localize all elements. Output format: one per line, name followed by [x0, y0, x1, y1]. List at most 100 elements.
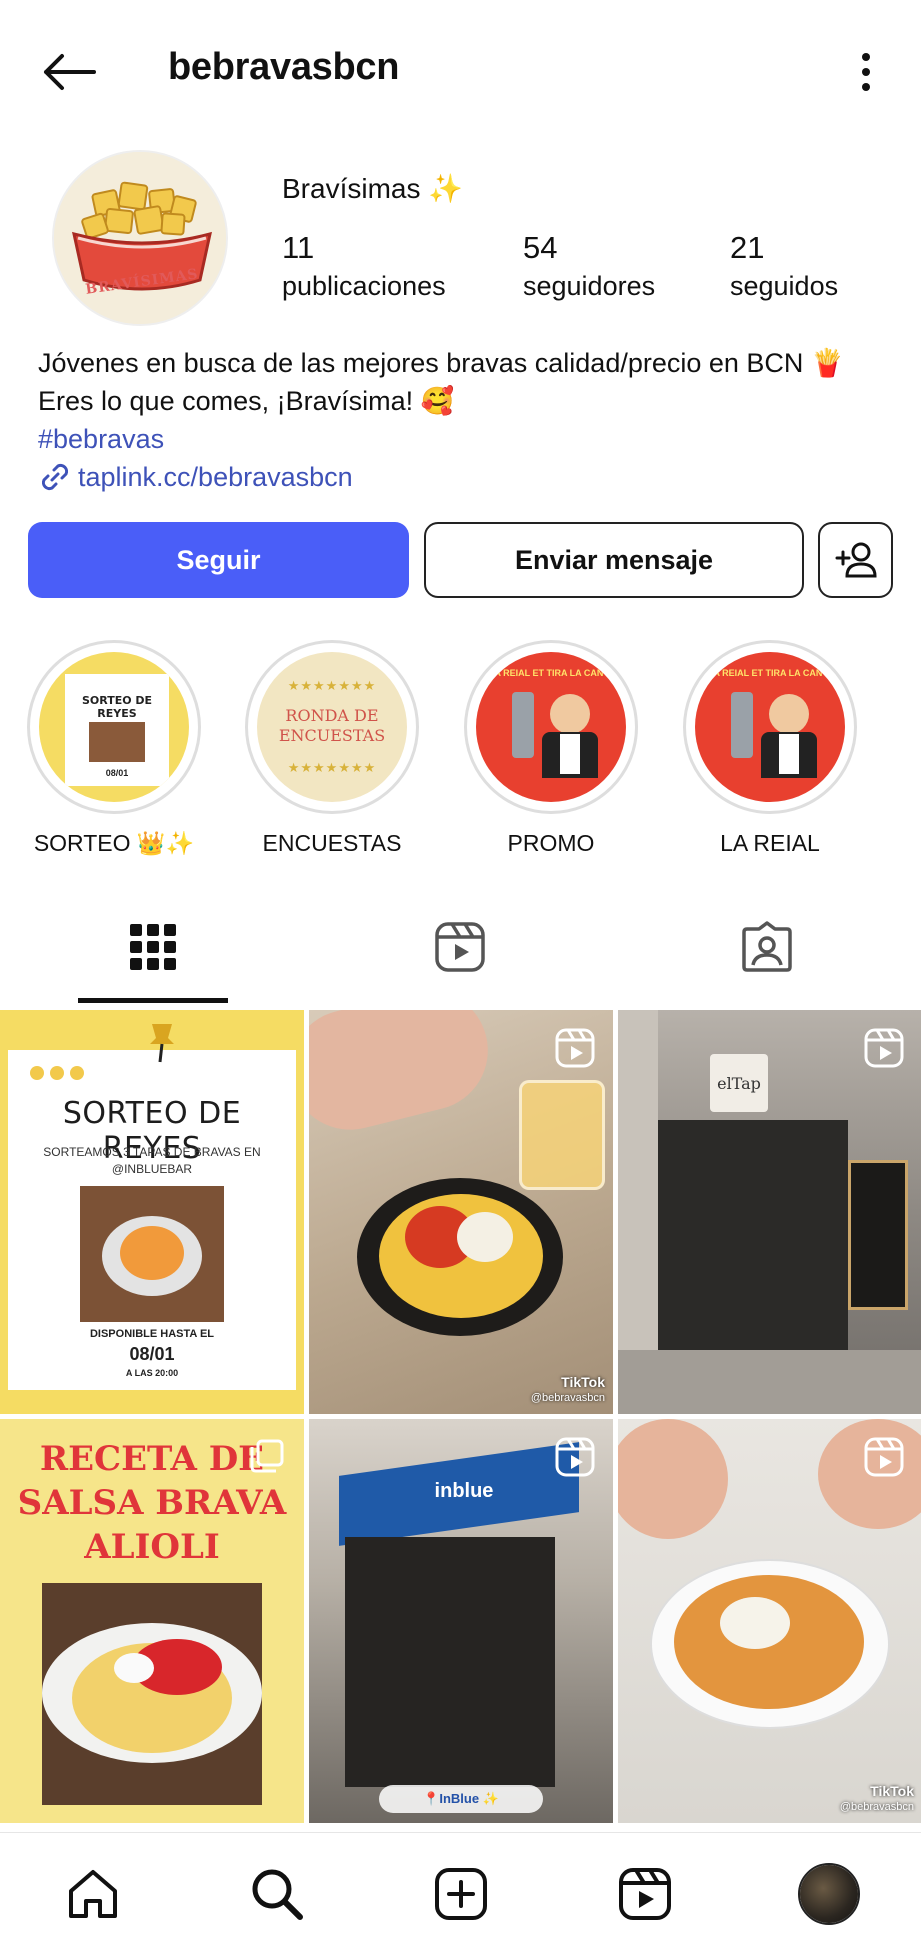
highlight-cover-la-reial: LA REIAL ET TIRA LA CANYA: [695, 652, 845, 802]
bio-link-text[interactable]: taplink.cc/bebravasbcn: [78, 458, 353, 496]
more-options-button[interactable]: [841, 40, 891, 104]
stat-following[interactable]: 21 seguidos: [730, 230, 838, 306]
post-footer-3: A LAS 20:00: [125, 1368, 179, 1378]
active-tab-indicator: [78, 998, 228, 1003]
menu-board: [848, 1160, 908, 1310]
link-icon: [41, 463, 69, 491]
dots-decoration: [30, 1066, 84, 1080]
highlight-label: PROMO: [507, 830, 595, 856]
grid-icon: [130, 924, 176, 970]
post-2[interactable]: TikTok @bebravasbcn: [309, 1010, 613, 1414]
profile-display-name: Bravísimas ✨: [282, 173, 464, 204]
nav-profile[interactable]: [792, 1859, 866, 1929]
suggested-users-button[interactable]: [818, 522, 893, 598]
stat-followers-count: 54: [523, 230, 558, 265]
highlight-promo[interactable]: LA REIAL ET TIRA LA CANYA PROMO: [461, 640, 641, 858]
send-message-button[interactable]: Enviar mensaje: [424, 522, 804, 598]
highlight-cover-title: RONDA DE ENCUESTAS: [278, 706, 386, 745]
highlight-ring: SORTEO DE REYES 08/01: [27, 640, 201, 814]
post-1[interactable]: SORTEO DE REYES SORTEAMOS 3 TAPAS DE BRA…: [0, 1010, 304, 1414]
tab-grid[interactable]: [78, 888, 228, 1006]
highlight-cover-title: LA REIAL ET TIRA LA CANYA: [707, 668, 834, 678]
stars-icon: ★★★★★★★: [287, 760, 377, 775]
profile-bio: Jóvenes en busca de las mejores bravas c…: [38, 344, 898, 496]
tiktok-handle: @bebravasbcn: [839, 1801, 914, 1813]
arrow-left-icon: [44, 54, 96, 90]
tab-tagged[interactable]: [692, 888, 842, 1006]
highlight-cover-date: 08/01: [105, 768, 129, 778]
profile-username: bebravasbcn: [168, 46, 400, 88]
highlight-label: SORTEO 👑✨: [33, 830, 195, 856]
highlight-cover-encuestas: ★★★★★★★ RONDA DE ENCUESTAS ★★★★★★★: [257, 652, 407, 802]
tiktok-label: TikTok: [870, 1783, 914, 1799]
carousel-icon: [250, 1439, 284, 1473]
bio-link[interactable]: taplink.cc/bebravasbcn: [38, 458, 898, 496]
highlight-cover-title: SORTEO DE REYES: [81, 694, 153, 720]
add-user-icon: [835, 542, 877, 578]
highlight-ring: LA REIAL ET TIRA LA CANYA: [683, 640, 857, 814]
more-vertical-icon: [862, 53, 870, 91]
highlight-ring: ★★★★★★★ RONDA DE ENCUESTAS ★★★★★★★: [245, 640, 419, 814]
nav-reels[interactable]: [608, 1859, 682, 1929]
profile-tabs: [0, 888, 921, 1006]
post-6[interactable]: TikTok @bebravasbcn: [618, 1419, 921, 1823]
highlight-la-reial[interactable]: LA REIAL ET TIRA LA CANYA LA REIAL: [680, 640, 860, 858]
bar-entrance: [345, 1537, 555, 1787]
tiktok-handle: @bebravasbcn: [530, 1392, 605, 1404]
stars-icon: ★★★★★★★: [287, 678, 377, 693]
reel-indicator-icon: [864, 1437, 904, 1477]
post-subtitle: SORTEAMOS 3 TAPAS DE BRAVAS EN @INBLUEBA…: [43, 1145, 261, 1176]
fries-logo-icon: [54, 152, 226, 324]
highlight-cover-sorteo: SORTEO DE REYES 08/01: [39, 652, 189, 802]
stat-following-label: seguidos: [730, 271, 839, 301]
reel-indicator-icon: [555, 1437, 595, 1477]
post-photo: [42, 1583, 262, 1805]
highlight-sorteo[interactable]: SORTEO DE REYES 08/01 SORTEO 👑✨: [24, 640, 204, 858]
follow-button[interactable]: Seguir: [28, 522, 409, 598]
pushpin-icon: [150, 1024, 174, 1063]
top-bar: bebravasbcn: [0, 0, 921, 140]
post-5[interactable]: inblue 📍InBlue ✨: [309, 1419, 613, 1823]
back-button[interactable]: [32, 40, 104, 104]
tab-reels[interactable]: [385, 888, 535, 1006]
post-3[interactable]: elTap: [618, 1010, 921, 1414]
nav-home[interactable]: [56, 1859, 130, 1929]
reel-indicator-icon: [864, 1028, 904, 1068]
highlight-cover-title: LA REIAL ET TIRA LA CANYA: [488, 668, 615, 678]
nav-create[interactable]: [424, 1859, 498, 1929]
stat-posts-label: publicaciones: [282, 271, 446, 301]
storefront-door: [658, 1120, 848, 1360]
create-icon: [435, 1868, 487, 1920]
tiktok-label: TikTok: [561, 1374, 605, 1390]
profile-avatar-large[interactable]: BRAVÍSIMAS: [52, 150, 228, 326]
bio-line-2: Eres lo que comes, ¡Bravísima! 🥰: [38, 386, 455, 416]
reels-icon: [619, 1868, 671, 1920]
reel-indicator-icon: [555, 1028, 595, 1068]
highlight-cover-promo: LA REIAL ET TIRA LA CANYA: [476, 652, 626, 802]
bottom-navigation: [0, 1832, 921, 1952]
beer-glass: [519, 1080, 605, 1190]
post-photo: [80, 1186, 224, 1322]
highlight-label: LA REIAL: [720, 830, 820, 856]
post-footer-1: DISPONIBLE HASTA EL: [89, 1328, 215, 1340]
tiktok-watermark: TikTok @bebravasbcn: [531, 1374, 605, 1406]
highlight-ring: LA REIAL ET TIRA LA CANYA: [464, 640, 638, 814]
bio-hashtag[interactable]: #bebravas: [38, 420, 898, 458]
stat-posts-count: 11: [282, 230, 315, 265]
nav-search[interactable]: [240, 1859, 314, 1929]
post-footer-2: 08/01: [129, 1344, 175, 1364]
home-icon: [69, 1870, 117, 1918]
post-caption-sticker: 📍InBlue ✨: [379, 1785, 543, 1813]
tagged-user-icon: [742, 921, 792, 972]
reels-icon: [435, 922, 485, 972]
profile-avatar: [798, 1863, 860, 1925]
stat-followers[interactable]: 54 seguidores: [523, 230, 655, 306]
tiktok-watermark: TikTok @bebravasbcn: [840, 1783, 914, 1815]
highlight-encuestas[interactable]: ★★★★★★★ RONDA DE ENCUESTAS ★★★★★★★ ENCUE…: [242, 640, 422, 858]
stat-posts[interactable]: 11 publicaciones: [282, 230, 446, 306]
highlight-label: ENCUESTAS: [262, 830, 402, 856]
post-4[interactable]: RECETA DE SALSA BRAVA ALIOLI: [0, 1419, 304, 1823]
storefront-sign: elTap: [710, 1054, 768, 1112]
stat-following-count: 21: [730, 230, 765, 265]
post-title-line-2: SALSA BRAVA: [17, 1483, 287, 1523]
